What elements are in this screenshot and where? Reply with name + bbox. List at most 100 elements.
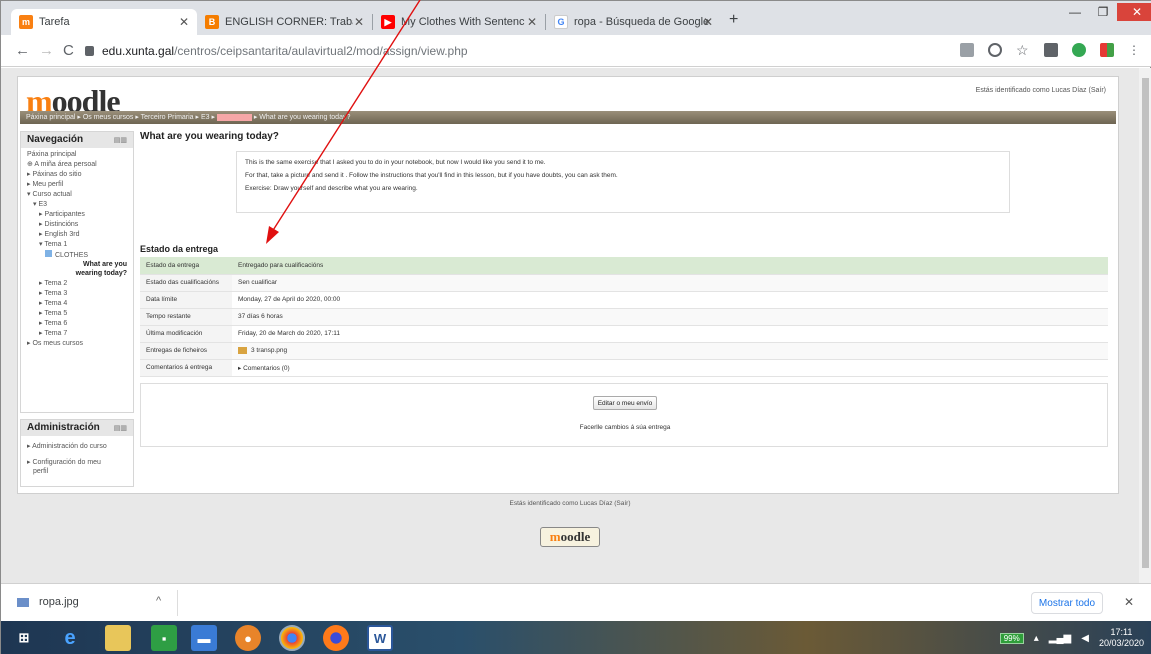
sidebar-nav-item[interactable]: ▸ English 3rd <box>27 229 127 239</box>
status-value[interactable]: ▸ Comentarios (0) <box>232 359 1108 377</box>
sidebar-nav-item[interactable]: ▸ Tema 7 <box>27 328 127 338</box>
forward-icon[interactable]: → <box>39 42 54 59</box>
admin-item-profile[interactable]: ▸ Configuración do meu <box>27 454 127 467</box>
close-tab-icon[interactable]: ✕ <box>179 15 189 29</box>
status-value[interactable]: 3 transp.png <box>232 342 1108 360</box>
star-icon[interactable]: ☆ <box>1016 43 1030 57</box>
close-window-icon[interactable]: ✕ <box>1117 3 1151 21</box>
extension-badge-icon[interactable] <box>1072 43 1086 57</box>
submission-status-table: Estado da entrega Entregado para cualific… <box>140 257 1108 377</box>
extension-icon[interactable] <box>1100 43 1114 57</box>
sidebar-nav-item[interactable]: ▾ Tema 1 <box>27 239 127 249</box>
new-tab-button[interactable]: + <box>729 11 738 29</box>
navigation-block: Navegación ▤▥ Páxina principal ⊕ A miña á… <box>20 131 134 413</box>
sidebar-nav-item[interactable]: What are you <box>27 260 127 269</box>
breadcrumb: Páxina principal ▸ Os meus cursos ▸ Terc… <box>20 111 1116 124</box>
sidebar-nav-item[interactable]: ▸ Tema 3 <box>27 288 127 298</box>
address-toolbar: ← → C edu.xunta.gal/centros/ceipsantarit… <box>1 35 1151 67</box>
status-key: Última modificación <box>140 325 232 343</box>
browser-window: m Tarefa ✕ B ENGLISH CORNER: Traballo pa… <box>0 0 1151 654</box>
admin-item-profile-cont[interactable]: perfil <box>27 467 127 476</box>
status-row: Estado das cualificacións Sen cualificar <box>140 274 1108 292</box>
status-row: Entregas de ficheiros 3 transp.png <box>140 342 1108 360</box>
navigation-list: Páxina principal ⊕ A miña área persoal ▸ P… <box>21 148 133 350</box>
back-icon[interactable]: ← <box>15 42 30 59</box>
reload-icon[interactable]: C <box>63 42 74 59</box>
intro-paragraph: Exercise: Draw yourself and describe wha… <box>245 185 418 192</box>
navigation-block-title: Navegación ▤▥ <box>21 132 133 148</box>
store-icon[interactable]: ▪ <box>151 625 177 651</box>
tab-strip: m Tarefa ✕ B ENGLISH CORNER: Traballo pa… <box>1 1 1151 35</box>
block-controls-icon[interactable]: ▤▥ <box>114 136 127 144</box>
edit-submission-button[interactable]: Editar o meu envío <box>593 396 657 410</box>
firefox-icon[interactable] <box>323 625 349 651</box>
clock[interactable]: 17:11 20/03/2020 <box>1099 627 1144 649</box>
media-player-icon[interactable]: ● <box>235 625 261 651</box>
sidebar-nav-item[interactable]: ▸ Meu perfil <box>27 179 127 189</box>
address-bar[interactable]: edu.xunta.gal/centros/ceipsantarita/aula… <box>85 39 945 63</box>
status-value: Sen cualificar <box>232 274 1108 292</box>
translate-icon[interactable] <box>960 43 974 57</box>
sidebar-nav-item[interactable]: ▾ E3 <box>27 199 127 209</box>
logged-in-info[interactable]: Estás identificado como Lucas Díaz (Saír… <box>976 87 1106 94</box>
assignment-intro: This is the same exercise that I asked y… <box>236 151 1010 213</box>
google-favicon-icon: G <box>554 15 568 29</box>
windows-start-icon[interactable]: ⊞ <box>11 625 37 651</box>
sidebar-nav-item[interactable]: ▸ Participantes <box>27 209 127 219</box>
administration-block-title: Administración ▤▥ <box>21 420 133 436</box>
battery-indicator[interactable]: 99% <box>999 632 1024 644</box>
close-tab-icon[interactable]: ✕ <box>527 15 537 29</box>
admin-item-course[interactable]: ▸ Administración do curso <box>27 438 127 454</box>
close-download-bar-icon[interactable]: ✕ <box>1124 595 1134 609</box>
tab-google-ropa[interactable]: G ropa - Búsqueda de Google ✕ <box>546 9 721 35</box>
sidebar-nav-item[interactable]: wearing today? <box>27 269 127 278</box>
sidebar-nav-item[interactable]: Páxina principal <box>27 150 127 159</box>
edit-submission-box: Editar o meu envío Facerlle cambios á sú… <box>140 383 1108 447</box>
sidebar-nav-item[interactable]: ▸ Os meus cursos <box>27 338 127 348</box>
minimize-icon[interactable]: — <box>1061 3 1089 21</box>
tray-arrow-icon[interactable]: ▴ <box>1034 633 1039 644</box>
maximize-icon[interactable]: ❐ <box>1089 3 1117 21</box>
close-tab-icon[interactable]: ✕ <box>703 15 713 29</box>
block-controls-icon[interactable]: ▤▥ <box>114 424 127 432</box>
download-separator <box>177 590 178 616</box>
volume-icon[interactable]: ◀ <box>1081 633 1089 644</box>
file-explorer-icon[interactable] <box>105 625 131 651</box>
sidebar-nav-item[interactable]: ▸ Tema 4 <box>27 298 127 308</box>
close-tab-icon[interactable]: ✕ <box>354 15 364 29</box>
tab-english-corner[interactable]: B ENGLISH CORNER: Traballo para ✕ <box>197 9 372 35</box>
scrollbar-thumb[interactable] <box>1142 78 1149 568</box>
breadcrumb-current-topic[interactable]: Tema 1 <box>216 114 252 121</box>
status-value: 37 días 6 horas <box>232 308 1108 326</box>
sidebar-nav-item[interactable]: ▸ Páxinas do sitio <box>27 169 127 179</box>
word-icon[interactable]: W <box>367 625 393 651</box>
lock-icon <box>85 46 94 56</box>
main-content: What are you wearing today? This is the … <box>140 131 1108 447</box>
sidebar-nav-item[interactable]: CLOTHES <box>27 249 127 260</box>
sidebar-nav-item[interactable]: ▸ Distincións <box>27 219 127 229</box>
network-icon[interactable]: ▂▄▆ <box>1049 633 1071 644</box>
page-icon <box>45 250 52 257</box>
tab-my-clothes[interactable]: ▶ My Clothes With Sentences: Part ✕ <box>373 9 545 35</box>
footer-logged-in[interactable]: Estás identificado como Lucas Díaz (Saír… <box>1 500 1139 507</box>
status-key: Entregas de ficheiros <box>140 342 232 360</box>
submission-status-heading: Estado da entrega <box>140 244 219 254</box>
show-all-downloads-button[interactable]: Mostrar todo <box>1031 592 1103 614</box>
sidebar-nav-item[interactable]: ▾ Curso actual <box>27 189 127 199</box>
footer-moodle-logo[interactable]: m oodle <box>540 527 600 547</box>
page-scrollbar[interactable] <box>1139 68 1151 583</box>
internet-explorer-icon[interactable]: e <box>57 625 83 651</box>
sidebar-nav-item[interactable]: ▸ Tema 5 <box>27 308 127 318</box>
zoom-icon[interactable] <box>988 43 1002 57</box>
tab-tarefa[interactable]: m Tarefa ✕ <box>11 9 197 35</box>
remote-desktop-icon[interactable]: ▬ <box>191 625 217 651</box>
sidebar-nav-item[interactable]: ▸ Tema 6 <box>27 318 127 328</box>
sidebar-nav-item[interactable]: ▸ Tema 2 <box>27 278 127 288</box>
cast-icon[interactable] <box>1044 43 1058 57</box>
menu-dots-icon[interactable]: ⋮ <box>1128 43 1142 57</box>
chrome-icon[interactable] <box>279 625 305 651</box>
download-item[interactable]: ropa.jpg <box>17 596 79 608</box>
sidebar-nav-item[interactable]: ⊕ A miña área persoal <box>27 159 127 169</box>
chevron-up-icon[interactable]: ^ <box>156 595 161 607</box>
page-title: What are you wearing today? <box>140 131 279 142</box>
